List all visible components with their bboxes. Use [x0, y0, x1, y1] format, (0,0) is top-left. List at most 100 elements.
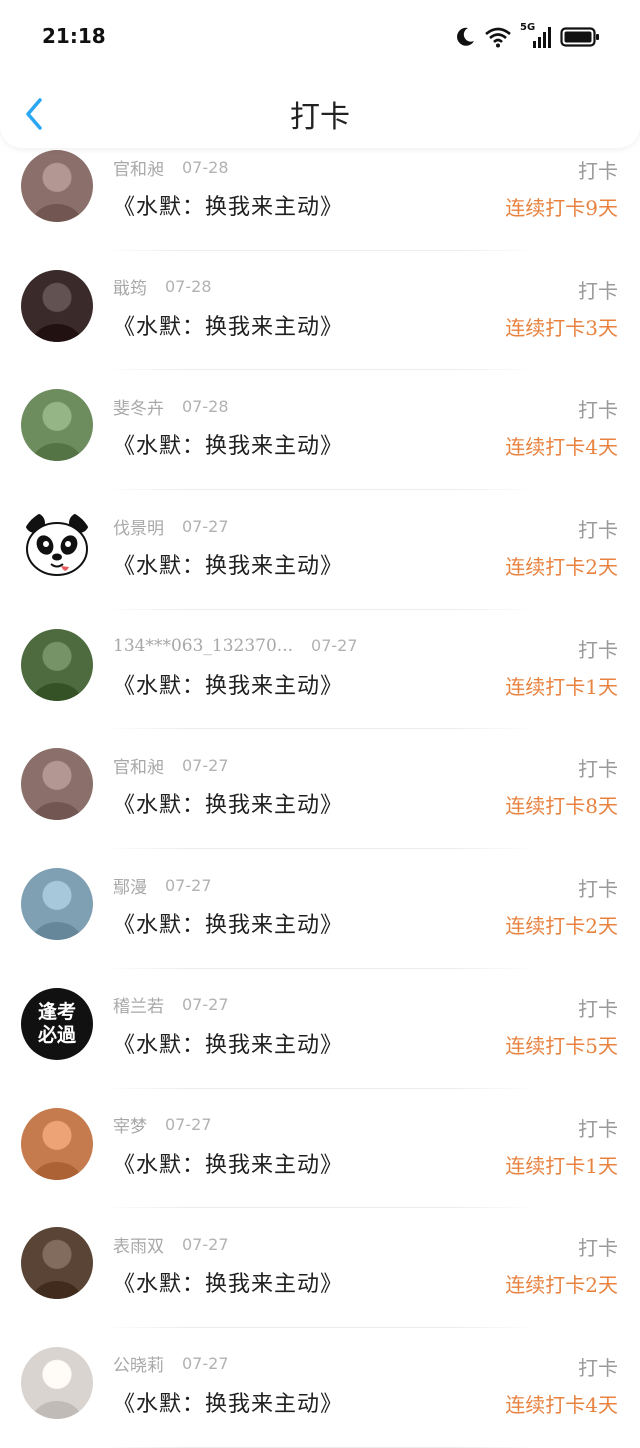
signal-icon: 5G: [520, 22, 552, 49]
list-item[interactable]: 134***063_132370... 07-27 《水默：换我来主动》 打卡 连续打卡…: [0, 610, 640, 730]
badge-line-2: 必過: [37, 1023, 76, 1046]
checkin-date: 07-27: [182, 995, 229, 1015]
user-name: 公晓莉: [113, 1356, 164, 1377]
user-name: 戢筠: [113, 279, 147, 300]
streak-label: 连续打卡9天: [505, 196, 618, 220]
list-item[interactable]: 官和昶 07-27 《水默：换我来主动》 打卡 连续打卡8天: [0, 729, 640, 850]
status-bar: 21:18 5G: [0, 0, 640, 72]
avatar[interactable]: 逢考 必過: [21, 987, 93, 1060]
navbar: 打卡: [0, 80, 640, 146]
avatar[interactable]: [21, 748, 93, 821]
checkin-date: 07-27: [311, 636, 358, 656]
streak-label: 连续打卡3天: [505, 315, 618, 340]
book-title: 《水默：换我来主动》: [113, 673, 344, 699]
checkin-type: 打卡: [578, 877, 618, 902]
checkin-type: 打卡: [578, 757, 618, 782]
checkin-date: 07-27: [165, 1115, 212, 1134]
list-item[interactable]: 表雨双 07-27 《水默：换我来主动》 打卡连续打卡2天: [0, 1208, 640, 1328]
status-time: 21:18: [42, 24, 106, 48]
avatar-photo-icon: [31, 323, 83, 342]
avatar-photo-icon: [31, 1400, 83, 1419]
list-item[interactable]: 宰梦 07-27 《水默：换我来主动》 打卡连续打卡1天: [0, 1089, 640, 1209]
checkin-type: 打卡: [578, 518, 618, 543]
checkin-type: 打卡: [578, 637, 618, 662]
list-item[interactable]: 鄢漫 07-27 《水默：换我来主动》 打卡 连续打卡2天: [0, 849, 640, 969]
checkin-type: 打卡: [578, 1355, 618, 1380]
user-name: 宰梦: [113, 1117, 147, 1137]
badge-line-1: 逢考: [37, 1000, 76, 1023]
book-title: 《水默：换我来主动》: [113, 1152, 344, 1178]
list-item[interactable]: 逢考 必過 稽兰若 07-27 《水默：换我来主动》 打卡 连续打卡5天: [0, 969, 640, 1089]
checkin-type: 打卡: [578, 1116, 618, 1141]
avatar[interactable]: [21, 628, 93, 701]
streak-label: 连续打卡8天: [505, 794, 618, 819]
avatar[interactable]: [21, 269, 93, 342]
moon-icon: [457, 27, 474, 46]
streak-label: 连续打卡5天: [505, 1033, 618, 1058]
item-meta: 戢筠 07-28: [113, 275, 212, 299]
checkin-date: 07-27: [182, 516, 229, 536]
page-title: 打卡: [290, 100, 350, 135]
checkin-date: 07-28: [182, 157, 229, 177]
app-header: 21:18 5G 打卡: [0, 0, 640, 148]
checkin-type: 打卡: [578, 159, 618, 183]
checkin-date: 07-27: [182, 1234, 229, 1254]
avatar[interactable]: [21, 389, 93, 462]
list-item[interactable]: 官和昶 07-28 《水默：换我来主动》 打卡连续打卡9天: [0, 131, 640, 251]
list-item[interactable]: 斐冬卉 07-28 《水默：换我来主动》 打卡连续打卡4天: [0, 370, 640, 491]
avatar[interactable]: [21, 1107, 93, 1180]
user-name: 表雨双: [113, 1236, 164, 1257]
item-meta: 官和昶 07-27: [113, 753, 229, 778]
avatar-photo-icon: [31, 922, 83, 941]
checkin-date: 07-27: [182, 1354, 229, 1374]
user-name: 斐冬卉: [113, 398, 164, 419]
checkin-date: 07-28: [165, 277, 212, 297]
streak-label: 连续打卡1天: [505, 674, 618, 699]
avatar[interactable]: [21, 1227, 93, 1300]
wifi-icon: [485, 27, 511, 48]
item-meta: 鄢漫 07-27: [113, 873, 212, 898]
book-title: 《水默：换我来主动》: [113, 913, 344, 939]
avatar[interactable]: [21, 150, 93, 222]
book-title: 《水默：换我来主动》: [113, 195, 344, 220]
book-title: 《水默：换我来主动》: [113, 1032, 344, 1058]
item-meta: 公晓莉 07-27: [113, 1352, 229, 1376]
list-item[interactable]: 戢筠 07-28 《水默：换我来主动》 打卡 连续打卡3天: [0, 251, 640, 371]
list-item[interactable]: 公晓莉 07-27 《水默：换我来主动》 打卡 连续打卡4天: [0, 1328, 640, 1448]
checkin-date: 07-28: [182, 396, 229, 416]
book-title: 《水默：换我来主动》: [113, 434, 344, 460]
user-name: 官和昶: [113, 757, 164, 778]
book-title: 《水默：换我来主动》: [113, 314, 344, 340]
book-title: 《水默：换我来主动》: [113, 554, 344, 580]
avatar-photo-icon: [31, 1161, 83, 1180]
item-meta: 伐景明 07-27: [113, 514, 229, 539]
user-name: 鄢漫: [113, 877, 147, 898]
streak-label: 连续打卡2天: [505, 555, 618, 580]
avatar-photo-icon: [31, 1281, 83, 1300]
checkin-date: 07-27: [182, 755, 229, 775]
checkin-type: 打卡: [578, 1236, 618, 1261]
streak-label: 连续打卡1天: [505, 1153, 618, 1178]
streak-label: 连续打卡2天: [505, 1273, 618, 1298]
user-name: 官和昶: [113, 159, 164, 180]
divider: [100, 1446, 540, 1448]
panda-icon: [25, 513, 89, 577]
list-item[interactable]: 伐景明 07-27 《水默：换我来主动》 打卡连续打卡2天: [0, 490, 640, 610]
avatar-photo-icon: [31, 443, 83, 462]
avatar-photo-icon: [31, 682, 83, 701]
badge-icon: 逢考 必過: [21, 988, 93, 1060]
avatar[interactable]: [21, 509, 93, 582]
avatar-photo-icon: [31, 204, 83, 222]
item-meta: 斐冬卉 07-28: [113, 394, 229, 419]
avatar[interactable]: [21, 868, 93, 941]
checkin-type: 打卡: [578, 398, 618, 423]
item-meta: 稽兰若 07-27: [113, 993, 229, 1017]
item-meta: 宰梦 07-27: [113, 1113, 212, 1137]
book-title: 《水默：换我来主动》: [113, 1272, 344, 1298]
book-title: 《水默：换我来主动》: [113, 1391, 344, 1417]
item-meta: 表雨双 07-27: [113, 1232, 229, 1257]
user-name: 伐景明: [113, 518, 164, 539]
streak-label: 连续打卡4天: [505, 435, 618, 460]
avatar[interactable]: [21, 1346, 93, 1419]
checkin-type: 打卡: [578, 996, 618, 1021]
